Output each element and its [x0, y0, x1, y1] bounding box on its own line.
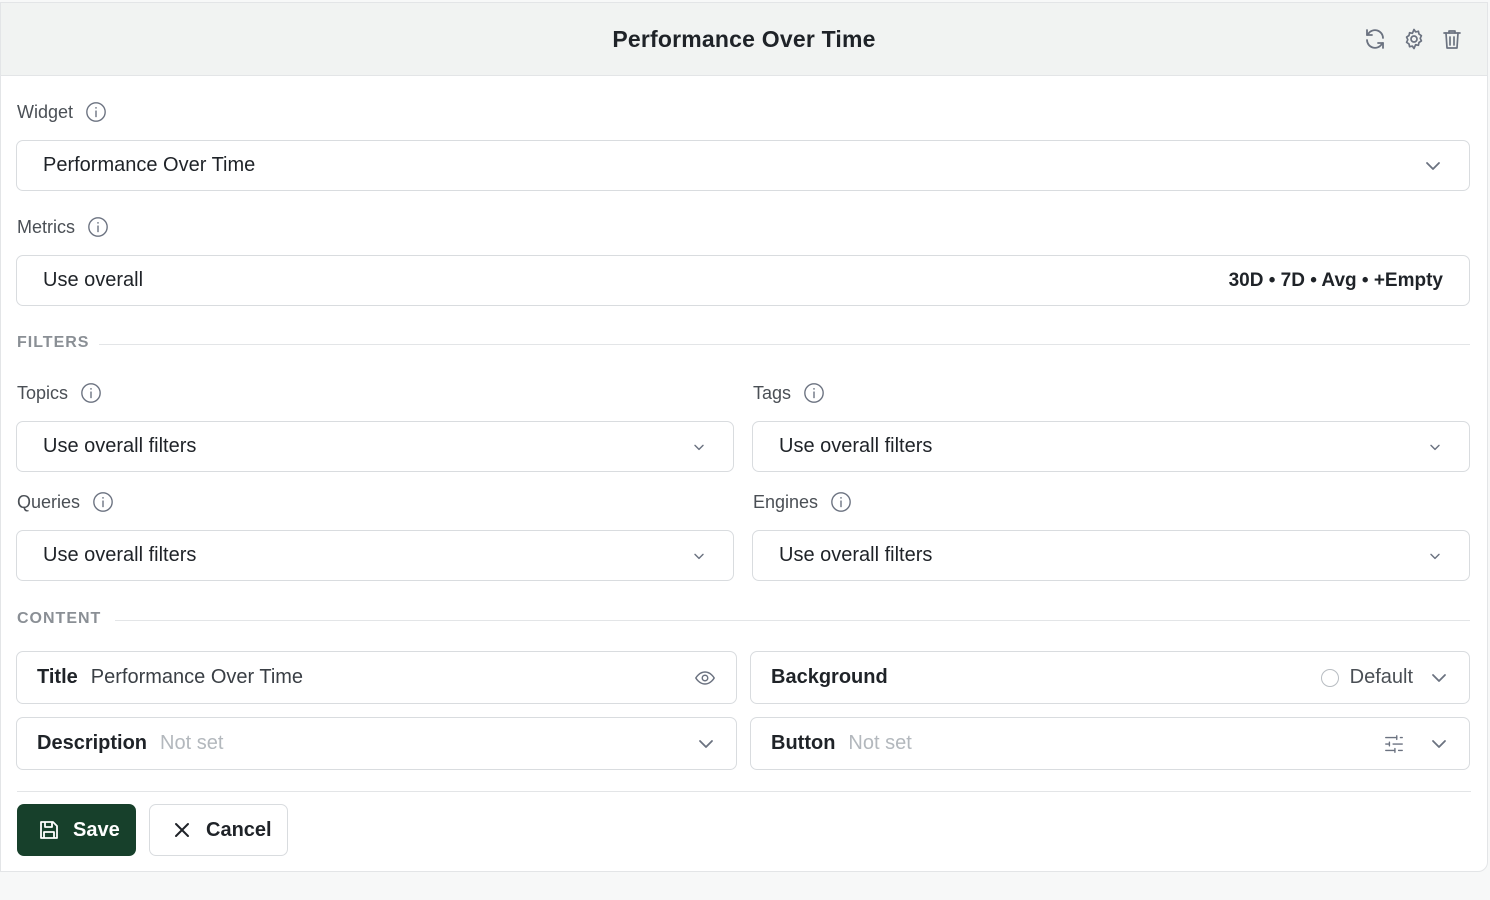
- metrics-label: Metrics: [17, 216, 75, 237]
- chevron-down-icon: [691, 439, 707, 455]
- tags-select-value: Use overall filters: [779, 435, 933, 457]
- info-icon[interactable]: [803, 382, 825, 404]
- save-button-label: Save: [73, 818, 120, 841]
- chevron-down-icon: [691, 548, 707, 564]
- description-field-actions: [696, 734, 716, 754]
- chevron-down-icon: [1427, 439, 1443, 455]
- gear-icon[interactable]: [1402, 27, 1426, 51]
- topics-select[interactable]: Use overall filters: [16, 421, 734, 472]
- title-field-label: Title: [37, 666, 78, 688]
- tags-label-row: Tags: [753, 382, 825, 404]
- chevron-down-icon[interactable]: [1429, 734, 1449, 754]
- engines-select-value: Use overall filters: [779, 544, 933, 566]
- background-field[interactable]: Background Default: [750, 651, 1470, 704]
- filters-section-label: FILTERS: [17, 334, 90, 351]
- queries-select-value: Use overall filters: [43, 544, 197, 566]
- widget-label-row: Widget: [17, 101, 107, 123]
- widget-label: Widget: [17, 101, 74, 122]
- background-default-option[interactable]: Default: [1320, 666, 1413, 689]
- engines-label-row: Engines: [753, 491, 852, 513]
- info-icon[interactable]: [830, 491, 852, 513]
- trash-icon[interactable]: [1440, 27, 1464, 51]
- chevron-down-icon: [1423, 156, 1443, 176]
- radio-icon: [1320, 668, 1339, 687]
- widget-select[interactable]: Performance Over Time: [16, 140, 1470, 191]
- info-icon[interactable]: [92, 491, 114, 513]
- info-icon[interactable]: [87, 216, 109, 238]
- description-field-label: Description: [37, 732, 148, 754]
- widget-select-value: Performance Over Time: [43, 154, 256, 176]
- description-field[interactable]: Description Not set: [16, 717, 737, 770]
- title-field-value: Performance Over Time: [90, 666, 304, 688]
- section-divider: [99, 344, 1470, 345]
- metrics-summary: 30D • 7D • Avg • +Empty: [1228, 269, 1443, 291]
- section-divider: [115, 620, 1470, 621]
- background-field-label: Background: [771, 666, 888, 688]
- metrics-field[interactable]: Use overall 30D • 7D • Avg • +Empty: [16, 255, 1470, 306]
- tags-label: Tags: [753, 382, 792, 403]
- button-field-actions: [1383, 733, 1449, 755]
- button-field-value: Not set: [848, 732, 912, 754]
- button-field[interactable]: Button Not set: [750, 717, 1470, 770]
- title-field[interactable]: Title Performance Over Time: [16, 651, 737, 704]
- queries-label: Queries: [17, 491, 81, 512]
- queries-label-row: Queries: [17, 491, 114, 513]
- info-icon[interactable]: [85, 101, 107, 123]
- engines-select[interactable]: Use overall filters: [752, 530, 1470, 581]
- tags-select[interactable]: Use overall filters: [752, 421, 1470, 472]
- eye-icon[interactable]: [694, 667, 716, 689]
- topics-select-value: Use overall filters: [43, 435, 197, 457]
- save-icon: [37, 818, 61, 842]
- footer-divider: [17, 791, 1471, 792]
- cancel-button[interactable]: Cancel: [149, 804, 288, 856]
- queries-select[interactable]: Use overall filters: [16, 530, 734, 581]
- background-field-value: Default: [1349, 666, 1413, 688]
- sliders-icon[interactable]: [1383, 733, 1405, 755]
- close-icon: [170, 818, 194, 842]
- save-button[interactable]: Save: [17, 804, 136, 856]
- topics-label: Topics: [17, 382, 69, 403]
- metrics-label-row: Metrics: [17, 216, 109, 238]
- engines-label: Engines: [753, 491, 819, 512]
- button-field-label: Button: [771, 732, 836, 754]
- chevron-down-icon[interactable]: [696, 734, 716, 754]
- content-section-label: CONTENT: [17, 610, 102, 627]
- widget-editor-panel: Performance Over Time Widget Performance…: [0, 2, 1488, 872]
- topics-label-row: Topics: [17, 382, 102, 404]
- panel-header: Performance Over Time: [1, 3, 1487, 76]
- description-field-value: Not set: [160, 732, 224, 754]
- chevron-down-icon: [1427, 548, 1443, 564]
- chevron-down-icon[interactable]: [1429, 668, 1449, 688]
- info-icon[interactable]: [80, 382, 102, 404]
- panel-title: Performance Over Time: [612, 26, 876, 52]
- cancel-button-label: Cancel: [206, 818, 272, 841]
- background-field-actions: Default: [1320, 666, 1449, 689]
- refresh-icon[interactable]: [1363, 27, 1387, 51]
- metrics-value: Use overall: [43, 269, 144, 291]
- title-field-actions: [694, 667, 716, 689]
